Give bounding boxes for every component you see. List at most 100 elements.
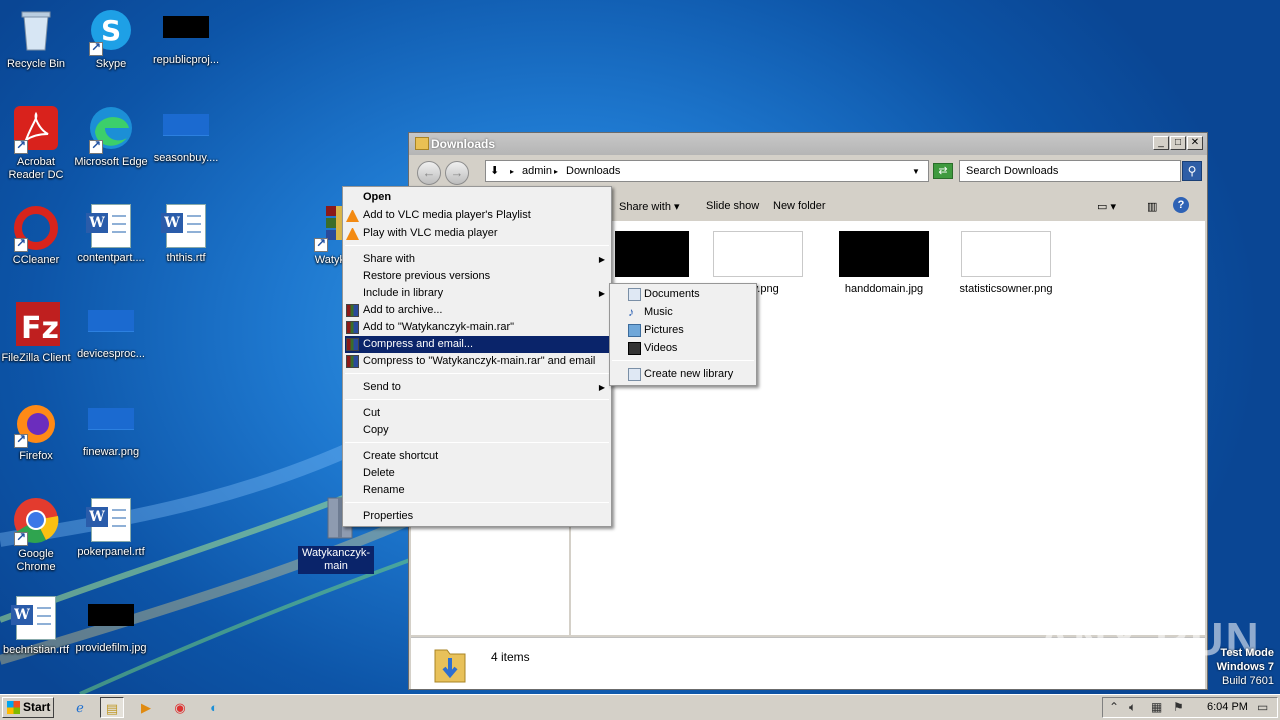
- pokerpanel-rtf-icon[interactable]: W pokerpanel.rtf: [73, 496, 149, 559]
- firefox-icon[interactable]: Firefox: [0, 398, 74, 463]
- submenu-arrow-icon: ▶: [598, 255, 605, 264]
- acrobat-reader-icon[interactable]: Acrobat Reader DC: [0, 104, 74, 182]
- show-hidden-icons-icon[interactable]: ⌃: [1109, 700, 1119, 714]
- menu-item-compress-email[interactable]: Compress and email...: [345, 336, 609, 353]
- devicesproc-icon[interactable]: devicesproc...: [73, 300, 149, 361]
- ththis-rtf-icon[interactable]: W ththis.rtf: [148, 202, 224, 265]
- svg-text:S: S: [101, 14, 121, 47]
- submenu-item-pictures[interactable]: Pictures: [612, 322, 754, 339]
- show-desktop-icon[interactable]: ▭: [1257, 700, 1268, 714]
- image-thumbnail-icon: [88, 310, 134, 332]
- minimize-button[interactable]: _: [1153, 136, 1169, 150]
- media-player-icon[interactable]: ▶: [134, 697, 158, 718]
- chevron-right-icon: ▸: [510, 167, 515, 176]
- new-library-icon: [628, 368, 641, 381]
- new-folder-button[interactable]: New folder: [773, 200, 826, 212]
- forward-button[interactable]: →: [445, 161, 469, 185]
- address-bar[interactable]: ⬇ ▸ admin ▸ Downloads ▼: [485, 160, 929, 182]
- menu-item-open[interactable]: Open: [345, 189, 609, 206]
- network-icon[interactable]: ▦: [1151, 700, 1162, 714]
- window-titlebar[interactable]: Downloads _ □ ✕: [409, 133, 1207, 155]
- window-title: Downloads: [431, 137, 496, 151]
- menu-item-add-rar[interactable]: Add to "Watykanczyk-main.rar": [345, 319, 609, 336]
- winrar-icon: [346, 321, 359, 334]
- republicproj-icon[interactable]: republicproj...: [148, 6, 224, 67]
- chevron-down-icon[interactable]: ▼: [912, 167, 920, 176]
- menu-item-create-shortcut[interactable]: Create shortcut: [345, 448, 609, 465]
- file-item[interactable]: handdomain.jpg: [829, 231, 939, 295]
- preview-pane-icon[interactable]: ▥: [1147, 200, 1157, 213]
- submenu-item-documents[interactable]: Documents: [612, 286, 754, 303]
- submenu-item-videos[interactable]: Videos: [612, 340, 754, 357]
- menu-item-properties[interactable]: Properties: [345, 508, 609, 525]
- submenu-item-music[interactable]: ♪ Music: [612, 304, 754, 321]
- file-item[interactable]: statisticsowner.png: [951, 231, 1061, 295]
- back-button[interactable]: ←: [417, 161, 441, 185]
- menu-item-vlc-playlist[interactable]: Add to VLC media player's Playlist: [345, 207, 609, 224]
- breadcrumb-downloads[interactable]: Downloads: [566, 165, 620, 177]
- action-center-flag-icon[interactable]: ⚑: [1173, 700, 1184, 714]
- menu-item-share-with[interactable]: Share with ▶: [345, 251, 609, 268]
- chrome-taskbar-icon[interactable]: ◉: [168, 697, 192, 718]
- slide-show-button[interactable]: Slide show: [706, 200, 759, 212]
- menu-item-cut[interactable]: Cut: [345, 405, 609, 422]
- ccleaner-logo-icon: [12, 202, 60, 252]
- edge-taskbar-icon[interactable]: ◐: [202, 697, 226, 718]
- chrome-logo-icon: [12, 496, 60, 546]
- close-button[interactable]: ✕: [1187, 136, 1203, 150]
- firefox-logo-icon: [12, 398, 60, 448]
- menu-item-send-to[interactable]: Send to ▶: [345, 379, 609, 396]
- seasonbuy-icon[interactable]: seasonbuy....: [148, 104, 224, 165]
- volume-icon[interactable]: 🔈︎: [1129, 700, 1136, 715]
- share-with-button[interactable]: Share with ▾: [619, 200, 680, 213]
- microsoft-edge-icon[interactable]: Microsoft Edge: [73, 104, 149, 169]
- refresh-icon[interactable]: ⇄: [933, 163, 953, 179]
- videos-library-icon: [628, 342, 641, 355]
- ccleaner-icon[interactable]: CCleaner: [0, 202, 74, 267]
- word-document-icon: W: [161, 204, 206, 248]
- documents-library-icon: [628, 288, 641, 301]
- acrobat-icon: [12, 104, 60, 154]
- trash-icon: [12, 6, 60, 54]
- skype-icon[interactable]: S Skype: [73, 6, 149, 71]
- recycle-bin-icon[interactable]: Recycle Bin: [0, 6, 74, 71]
- menu-item-add-archive[interactable]: Add to archive...: [345, 302, 609, 319]
- menu-item-rename[interactable]: Rename: [345, 482, 609, 499]
- view-options-icon[interactable]: ▭ ▾: [1097, 200, 1116, 213]
- folder-icon: [415, 137, 429, 150]
- test-mode-watermark: Test Mode Windows 7 Build 7601: [1216, 647, 1274, 687]
- contentpart-rtf-icon[interactable]: W contentpart....: [73, 202, 149, 265]
- clock[interactable]: 6:04 PM: [1207, 701, 1248, 713]
- winrar-icon: [346, 338, 359, 351]
- start-button[interactable]: Start: [2, 697, 54, 718]
- chevron-right-icon: ▸: [554, 167, 559, 176]
- image-thumbnail-icon: [615, 231, 689, 277]
- finewar-png-icon[interactable]: finewar.png: [73, 398, 149, 459]
- breadcrumb-admin[interactable]: admin: [522, 165, 552, 177]
- vlc-icon: [346, 209, 359, 222]
- internet-explorer-icon[interactable]: ℯ: [68, 697, 92, 718]
- help-icon[interactable]: ?: [1173, 197, 1189, 213]
- svg-text:Fz: Fz: [21, 311, 59, 346]
- explorer-taskbar-icon[interactable]: ▤: [100, 697, 124, 718]
- item-count: 4 items: [491, 650, 530, 664]
- edge-logo-icon: [87, 104, 135, 154]
- menu-item-restore-versions[interactable]: Restore previous versions: [345, 268, 609, 285]
- menu-item-vlc-play[interactable]: Play with VLC media player: [345, 225, 609, 242]
- google-chrome-icon[interactable]: Google Chrome: [0, 496, 74, 574]
- filezilla-icon[interactable]: Fz FileZilla Client: [0, 300, 74, 365]
- menu-item-compress-rar-email[interactable]: Compress to "Watykanczyk-main.rar" and e…: [345, 353, 609, 370]
- bechristian-rtf-icon[interactable]: W bechristian.rtf: [0, 594, 74, 657]
- menu-item-delete[interactable]: Delete: [345, 465, 609, 482]
- file-item[interactable]: [597, 231, 707, 283]
- filezilla-logo-icon: Fz: [12, 300, 60, 348]
- providefilm-jpg-icon[interactable]: providefilm.jpg: [73, 594, 149, 655]
- skype-logo-icon: S: [87, 6, 135, 56]
- menu-item-include-library[interactable]: Include in library ▶: [345, 285, 609, 302]
- submenu-item-create-library[interactable]: Create new library: [612, 366, 754, 383]
- search-input[interactable]: Search Downloads: [959, 160, 1181, 182]
- menu-item-copy[interactable]: Copy: [345, 422, 609, 439]
- winrar-icon: [346, 304, 359, 317]
- maximize-button[interactable]: □: [1170, 136, 1186, 150]
- search-icon[interactable]: ⚲: [1182, 161, 1202, 181]
